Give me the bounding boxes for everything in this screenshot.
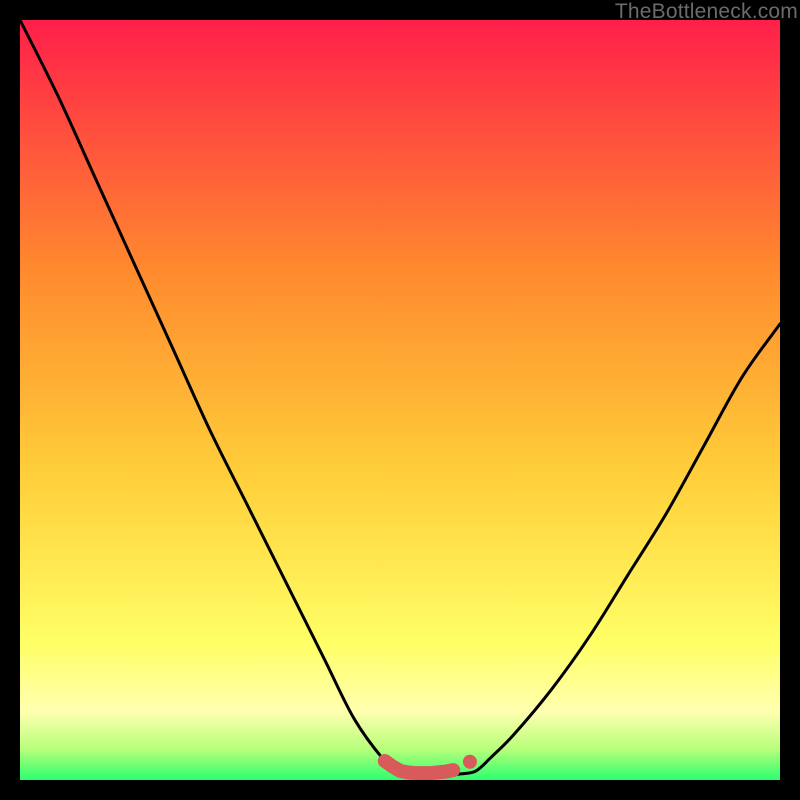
chart-frame — [20, 20, 780, 780]
watermark-text: TheBottleneck.com — [615, 0, 798, 24]
gradient-background — [20, 20, 780, 780]
optimal-range-end-dot — [463, 755, 477, 769]
bottleneck-chart — [20, 20, 780, 780]
